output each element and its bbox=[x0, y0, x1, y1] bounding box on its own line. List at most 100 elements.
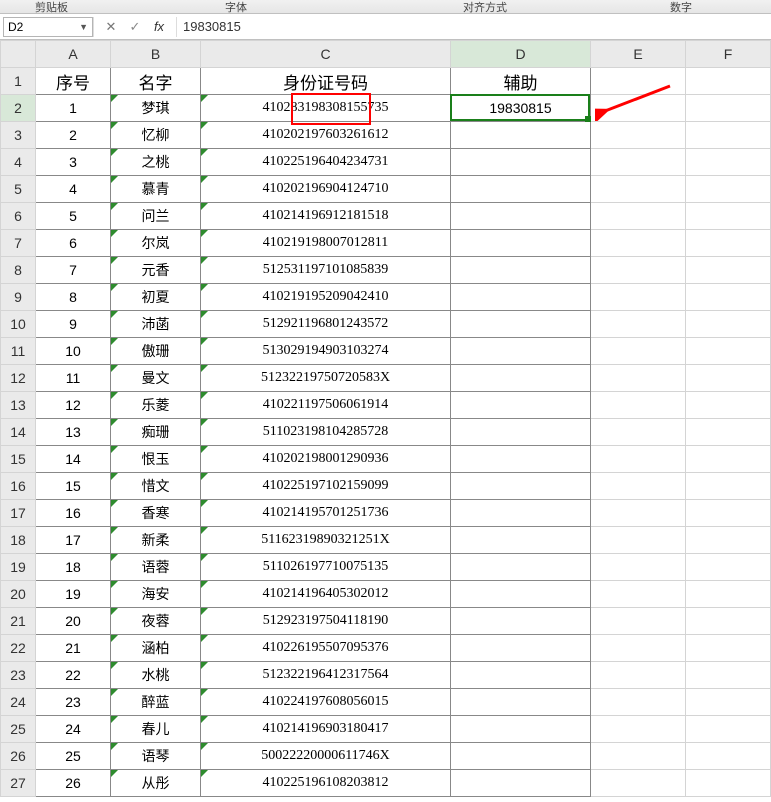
cell-C17[interactable]: 410214195701251736 bbox=[201, 500, 451, 527]
cell-E5[interactable] bbox=[591, 176, 686, 203]
sheet-table[interactable]: A B C D E F 1序号名字身份证号码辅助21梦琪410283198308… bbox=[0, 40, 771, 797]
table-row[interactable]: 1312乐菱410221197506061914 bbox=[1, 392, 771, 419]
cell-D9[interactable] bbox=[451, 284, 591, 311]
cell-C3[interactable]: 410202197603261612 bbox=[201, 122, 451, 149]
cell-D24[interactable] bbox=[451, 689, 591, 716]
cell-C9[interactable]: 410219195209042410 bbox=[201, 284, 451, 311]
cell-C13[interactable]: 410221197506061914 bbox=[201, 392, 451, 419]
error-indicator-icon[interactable] bbox=[111, 689, 118, 696]
cell-A14[interactable]: 13 bbox=[36, 419, 111, 446]
cell-B19[interactable]: 语蓉 bbox=[111, 554, 201, 581]
cell-B6[interactable]: 问兰 bbox=[111, 203, 201, 230]
row-header[interactable]: 8 bbox=[1, 257, 36, 284]
cell-E13[interactable] bbox=[591, 392, 686, 419]
error-indicator-icon[interactable] bbox=[201, 284, 208, 291]
error-indicator-icon[interactable] bbox=[111, 203, 118, 210]
cell-B23[interactable]: 水桃 bbox=[111, 662, 201, 689]
cell-C20[interactable]: 410214196405302012 bbox=[201, 581, 451, 608]
col-header-F[interactable]: F bbox=[686, 41, 771, 68]
cell-B21[interactable]: 夜蓉 bbox=[111, 608, 201, 635]
cell-B4[interactable]: 之桃 bbox=[111, 149, 201, 176]
cell-A10[interactable]: 9 bbox=[36, 311, 111, 338]
cell-A24[interactable]: 23 bbox=[36, 689, 111, 716]
cell-E8[interactable] bbox=[591, 257, 686, 284]
col-header-E[interactable]: E bbox=[591, 41, 686, 68]
cell-C15[interactable]: 410202198001290936 bbox=[201, 446, 451, 473]
table-row[interactable]: 1110傲珊513029194903103274 bbox=[1, 338, 771, 365]
cell-F26[interactable] bbox=[686, 743, 771, 770]
error-indicator-icon[interactable] bbox=[111, 770, 118, 777]
error-indicator-icon[interactable] bbox=[111, 392, 118, 399]
error-indicator-icon[interactable] bbox=[201, 392, 208, 399]
table-row[interactable]: 43之桃410225196404234731 bbox=[1, 149, 771, 176]
table-row[interactable]: 1716香寒410214195701251736 bbox=[1, 500, 771, 527]
cell-E27[interactable] bbox=[591, 770, 686, 797]
col-header-C[interactable]: C bbox=[201, 41, 451, 68]
cell-E19[interactable] bbox=[591, 554, 686, 581]
table-row[interactable]: 65问兰410214196912181518 bbox=[1, 203, 771, 230]
cell-C21[interactable]: 512923197504118190 bbox=[201, 608, 451, 635]
cell-C25[interactable]: 410214196903180417 bbox=[201, 716, 451, 743]
error-indicator-icon[interactable] bbox=[201, 743, 208, 750]
cell-D8[interactable] bbox=[451, 257, 591, 284]
table-row[interactable]: 2120夜蓉512923197504118190 bbox=[1, 608, 771, 635]
cell-A2[interactable]: 1 bbox=[36, 95, 111, 122]
row-header[interactable]: 11 bbox=[1, 338, 36, 365]
error-indicator-icon[interactable] bbox=[201, 338, 208, 345]
cancel-icon[interactable]: ✕ bbox=[102, 19, 120, 35]
row-header[interactable]: 19 bbox=[1, 554, 36, 581]
cell-D6[interactable] bbox=[451, 203, 591, 230]
cell-F12[interactable] bbox=[686, 365, 771, 392]
row-header[interactable]: 1 bbox=[1, 68, 36, 95]
cell-B25[interactable]: 春儿 bbox=[111, 716, 201, 743]
name-box[interactable]: D2 ▼ bbox=[3, 17, 93, 37]
cell-A3[interactable]: 2 bbox=[36, 122, 111, 149]
spreadsheet-grid[interactable]: A B C D E F 1序号名字身份证号码辅助21梦琪410283198308… bbox=[0, 40, 771, 802]
cell-E15[interactable] bbox=[591, 446, 686, 473]
cell-E7[interactable] bbox=[591, 230, 686, 257]
cell-B10[interactable]: 沛菡 bbox=[111, 311, 201, 338]
cell-A16[interactable]: 15 bbox=[36, 473, 111, 500]
table-row[interactable]: 2221涵柏410226195507095376 bbox=[1, 635, 771, 662]
error-indicator-icon[interactable] bbox=[111, 716, 118, 723]
error-indicator-icon[interactable] bbox=[111, 608, 118, 615]
cell-C4[interactable]: 410225196404234731 bbox=[201, 149, 451, 176]
cell-C16[interactable]: 410225197102159099 bbox=[201, 473, 451, 500]
cell-F19[interactable] bbox=[686, 554, 771, 581]
error-indicator-icon[interactable] bbox=[111, 662, 118, 669]
error-indicator-icon[interactable] bbox=[111, 500, 118, 507]
error-indicator-icon[interactable] bbox=[201, 770, 208, 777]
error-indicator-icon[interactable] bbox=[201, 581, 208, 588]
cell-A7[interactable]: 6 bbox=[36, 230, 111, 257]
cell-A13[interactable]: 12 bbox=[36, 392, 111, 419]
error-indicator-icon[interactable] bbox=[111, 365, 118, 372]
cell-B5[interactable]: 慕青 bbox=[111, 176, 201, 203]
cell-A25[interactable]: 24 bbox=[36, 716, 111, 743]
cell-D21[interactable] bbox=[451, 608, 591, 635]
cell-D10[interactable] bbox=[451, 311, 591, 338]
row-header[interactable]: 25 bbox=[1, 716, 36, 743]
error-indicator-icon[interactable] bbox=[111, 419, 118, 426]
cell-C8[interactable]: 512531197101085839 bbox=[201, 257, 451, 284]
error-indicator-icon[interactable] bbox=[201, 230, 208, 237]
cell-D1[interactable]: 辅助 bbox=[451, 68, 591, 95]
cell-E9[interactable] bbox=[591, 284, 686, 311]
name-box-dropdown-icon[interactable]: ▼ bbox=[79, 22, 88, 32]
table-row[interactable]: 54慕青410202196904124710 bbox=[1, 176, 771, 203]
cell-D5[interactable] bbox=[451, 176, 591, 203]
row-header[interactable]: 2 bbox=[1, 95, 36, 122]
cell-D22[interactable] bbox=[451, 635, 591, 662]
row-header[interactable]: 23 bbox=[1, 662, 36, 689]
table-row[interactable]: 2019海安410214196405302012 bbox=[1, 581, 771, 608]
cell-F18[interactable] bbox=[686, 527, 771, 554]
cell-F4[interactable] bbox=[686, 149, 771, 176]
error-indicator-icon[interactable] bbox=[201, 635, 208, 642]
row-header[interactable]: 18 bbox=[1, 527, 36, 554]
row-header[interactable]: 16 bbox=[1, 473, 36, 500]
error-indicator-icon[interactable] bbox=[201, 689, 208, 696]
cell-D12[interactable] bbox=[451, 365, 591, 392]
row-header[interactable]: 10 bbox=[1, 311, 36, 338]
cell-B13[interactable]: 乐菱 bbox=[111, 392, 201, 419]
table-row[interactable]: 1211曼文51232219750720583X bbox=[1, 365, 771, 392]
table-row[interactable]: 1413痴珊511023198104285728 bbox=[1, 419, 771, 446]
